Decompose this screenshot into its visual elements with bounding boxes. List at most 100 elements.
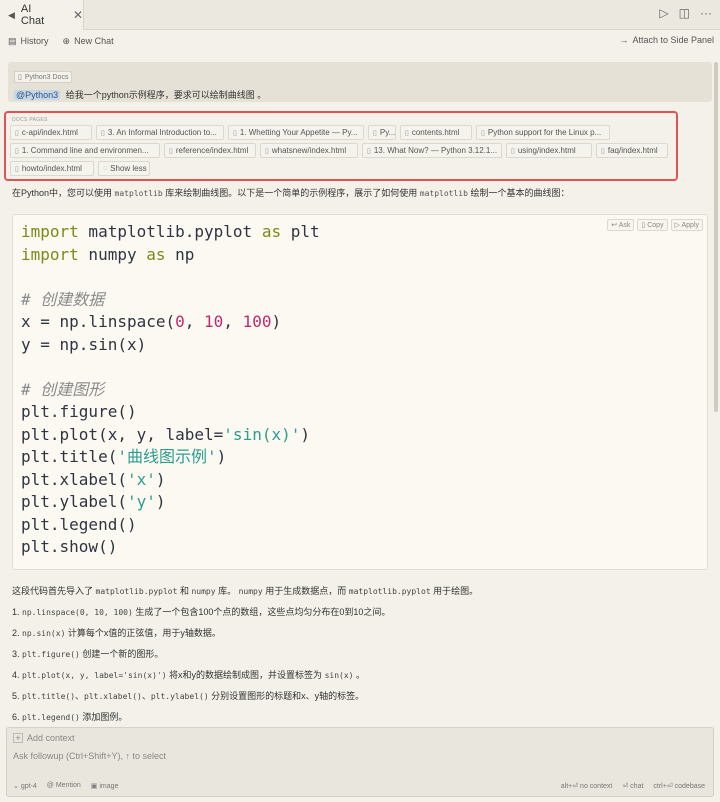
attach-side-panel-button[interactable]: → Attach to Side Panel bbox=[619, 35, 714, 45]
code-token: , bbox=[223, 312, 243, 331]
text: 和 bbox=[179, 586, 189, 596]
text: 用于生成数据点，而 bbox=[265, 586, 347, 596]
doc-chip[interactable]: ▯ Py... bbox=[368, 125, 396, 140]
code-token: y = np. bbox=[21, 334, 89, 354]
no-context-hint[interactable]: alt+⏎ no context bbox=[561, 782, 613, 790]
split-editor-icon[interactable]: ◫ bbox=[679, 6, 690, 20]
doc-chip-label: 1. Command line and environmen... bbox=[21, 146, 149, 155]
doc-icon: ▯ bbox=[511, 147, 515, 155]
doc-icon: ▯ bbox=[367, 147, 371, 155]
text: 、 bbox=[75, 691, 85, 701]
code-token: ) bbox=[155, 469, 166, 489]
inline-code: matplotlib.pyplot bbox=[348, 587, 431, 596]
doc-icon: ▯ bbox=[233, 129, 237, 137]
doc-chip-label: whatsnew/index.html bbox=[271, 146, 347, 155]
doc-chip[interactable]: ▯ 1. Whetting Your Appetite — Py... bbox=[228, 125, 364, 140]
doc-chip[interactable]: ▯ 3. An Informal Introduction to... bbox=[96, 125, 224, 140]
code-string: '曲线图示例' bbox=[117, 447, 217, 466]
copy-button[interactable]: ▯ Copy bbox=[637, 219, 668, 231]
list-item: 1. np.linspace(0, 10, 100) 生成了一个包含100个点的… bbox=[12, 607, 712, 618]
doc-chip[interactable]: ▯ reference/index.html bbox=[164, 143, 256, 158]
code-content: import matplotlib.pyplot as plt import n… bbox=[21, 221, 320, 559]
code-token: ) bbox=[155, 492, 166, 511]
new-chat-button[interactable]: ⊕ New Chat bbox=[63, 36, 114, 47]
code-token: x = np. bbox=[21, 312, 89, 331]
chat-icon: ◀ bbox=[8, 9, 15, 20]
doc-chip[interactable]: ▯ 1. Command line and environmen... bbox=[10, 143, 160, 158]
inline-code: np.linspace(0, 10, 100) bbox=[22, 608, 133, 617]
model-selector[interactable]: ⌄ gpt-4 bbox=[13, 782, 37, 790]
doc-chip[interactable]: ▯ Python support for the Linux p... bbox=[476, 125, 610, 140]
scrollbar[interactable] bbox=[714, 62, 718, 412]
history-button[interactable]: ▤ History bbox=[8, 36, 49, 47]
ask-button[interactable]: ↩ Ask bbox=[607, 219, 635, 231]
doc-icon: ▯ bbox=[265, 147, 269, 155]
code-number: 10 bbox=[204, 312, 224, 331]
intro-text: 绘制一个基本的曲线图： bbox=[470, 188, 570, 198]
mention-button[interactable]: @ Mention bbox=[47, 782, 81, 790]
ask-label: Ask bbox=[618, 222, 631, 229]
attach-label: Attach to Side Panel bbox=[632, 35, 714, 45]
doc-icon: ▯ bbox=[169, 147, 173, 155]
code-token: plt.show() bbox=[21, 537, 118, 556]
context-tag[interactable]: ▯ Python3 Docs bbox=[14, 71, 73, 83]
query-text: @Python3 给我一个python示例程序，要求可以绘制曲线图 。 bbox=[14, 88, 706, 101]
add-context-button[interactable]: + Add context bbox=[13, 733, 75, 743]
tab-label: AI Chat bbox=[20, 3, 45, 27]
inline-code: numpy bbox=[191, 587, 216, 596]
doc-chip[interactable]: ▯ using/index.html bbox=[506, 143, 592, 158]
doc-icon: ▯ bbox=[601, 147, 605, 155]
chat-hint[interactable]: ⏎ chat bbox=[622, 782, 643, 790]
doc-chip[interactable]: ▯ whatsnew/index.html bbox=[260, 143, 358, 158]
run-icon[interactable]: ▷ bbox=[659, 6, 668, 20]
code-keyword: import bbox=[21, 244, 79, 264]
code-comment: # 创建图形 bbox=[21, 379, 105, 399]
text: 库。 bbox=[218, 586, 237, 596]
list-item: 3. plt.figure() 创建一个新的图形。 bbox=[12, 649, 712, 660]
arrow-right-icon: → bbox=[619, 35, 629, 45]
text: 将x和y的数据绘制成图，并设置标签为 bbox=[169, 670, 323, 680]
docs-pages-panel: DOCS PAGES ▯ c-api/index.html ▯ 3. An Info… bbox=[4, 111, 678, 181]
history-icon: ▤ bbox=[8, 35, 17, 46]
code-number: 100 bbox=[242, 312, 272, 331]
inline-code: plt.xlabel() bbox=[84, 692, 142, 701]
doc-chip[interactable]: ▯ 13. What Now? — Python 3.12.1... bbox=[362, 143, 502, 158]
doc-chip[interactable]: ▯ faq/index.html bbox=[596, 143, 668, 158]
add-context-label: Add context bbox=[27, 733, 75, 743]
tab-bar: ◀ AI Chat ✕ ▷ ◫ ··· bbox=[0, 0, 720, 30]
doc-icon: ▯ bbox=[15, 165, 19, 173]
image-button[interactable]: ▣ image bbox=[91, 782, 119, 790]
codebase-hint[interactable]: ctrl+⏎ codebase bbox=[653, 782, 705, 790]
code-token: , bbox=[184, 312, 205, 331]
show-less-button[interactable]: ◌ Show less bbox=[98, 161, 150, 176]
apply-button[interactable]: ▷ Apply bbox=[670, 219, 703, 231]
followup-input[interactable]: Ask followup (Ctrl+Shift+Y), ↑ to select bbox=[13, 751, 166, 761]
doc-chip-label: c-api/index.html bbox=[21, 128, 78, 137]
inline-code: matplotlib bbox=[114, 189, 163, 198]
doc-chip[interactable]: ▯ c-api/index.html bbox=[10, 125, 92, 140]
input-footer-left: ⌄ gpt-4 @ Mention ▣ image bbox=[13, 782, 118, 790]
code-token: ) bbox=[271, 312, 282, 331]
followup-input-box[interactable]: + Add context Ask followup (Ctrl+Shift+Y… bbox=[6, 727, 714, 797]
code-token: ) bbox=[216, 447, 227, 466]
plus-circle-icon: ⊕ bbox=[62, 35, 71, 46]
close-icon[interactable]: ✕ bbox=[73, 8, 83, 22]
text: 、 bbox=[141, 691, 151, 701]
doc-icon: ▯ bbox=[18, 74, 22, 81]
doc-chip[interactable]: ▯ contents.html bbox=[400, 125, 472, 140]
doc-chip-label: using/index.html bbox=[517, 146, 576, 155]
text: 这段代码首先导入了 bbox=[12, 586, 94, 596]
more-icon[interactable]: ··· bbox=[700, 6, 712, 20]
doc-chip[interactable]: ▯ howto/index.html bbox=[10, 161, 94, 176]
doc-chip-label: reference/index.html bbox=[175, 146, 249, 155]
answer-explanation: 这段代码首先导入了 matplotlib.pyplot 和 numpy 库。 n… bbox=[12, 586, 712, 733]
tab-ai-chat[interactable]: ◀ AI Chat ✕ bbox=[0, 0, 84, 30]
code-token: plt bbox=[281, 222, 320, 241]
plus-icon: + bbox=[13, 733, 23, 743]
inline-code: plt.figure() bbox=[22, 650, 80, 659]
image-label: image bbox=[99, 783, 119, 790]
code-token: plt.title( bbox=[21, 447, 118, 466]
text: 分别设置图形的标题和x、y轴的标签。 bbox=[211, 691, 365, 701]
code-token: plt.xlabel( bbox=[21, 469, 127, 489]
doc-icon: ▯ bbox=[405, 129, 409, 137]
